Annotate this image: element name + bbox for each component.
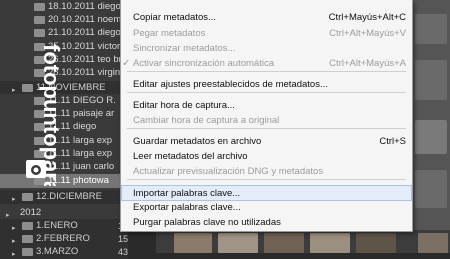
menu-item[interactable]: Editar ajustes preestablecidos de metada… (121, 77, 412, 93)
menu-item-label: Pegar metadatos (133, 28, 206, 39)
menu-item[interactable]: Actualizar previsualización DNG y metada… (121, 164, 412, 180)
menu-item[interactable]: Cambiar hora de captura a original (121, 113, 412, 129)
folder-row[interactable]: ▸ 3.MARZO 43 (0, 245, 128, 259)
thumbnail[interactable] (174, 233, 212, 253)
folder-name: 2012 (20, 207, 42, 218)
expand-triangle-icon[interactable]: ▸ (12, 193, 16, 204)
folder-count: 15 (117, 234, 128, 244)
menu-item[interactable]: Purgar palabras clave no utilizadas (121, 215, 412, 231)
thumbnail-column (411, 0, 450, 253)
menu-item-shortcut: Ctrl+S (379, 136, 406, 147)
folder-name: 3.MARZO (36, 246, 79, 257)
checkmark-icon: ✓ (122, 58, 131, 69)
filmstrip (156, 230, 450, 253)
thumbnail[interactable] (310, 233, 350, 253)
menu-item[interactable]: Leer metadatos del archivo (121, 149, 412, 165)
folder-row[interactable]: 18.10.2011 diego p (0, 0, 128, 14)
folder-icon (22, 248, 33, 256)
folder-icon (34, 3, 45, 11)
menu-item-label: Cambiar hora de captura a original (133, 115, 280, 126)
menu-item-label: Guardar metadatos en archivo (133, 136, 262, 147)
menu-item-label: Copiar metadatos... (133, 12, 216, 23)
menu-item[interactable]: ✓ Activar sincronización automática Ctrl+A… (121, 56, 412, 72)
folder-count: 43 (117, 247, 128, 257)
menu-item-shortcut: Ctrl+Alt+Mayús+A (329, 58, 406, 69)
watermark-logo: fotopuntoparalelo (26, 44, 62, 186)
thumbnail[interactable] (415, 60, 447, 100)
menu-item[interactable]: Sincronizar metadatos... (121, 41, 412, 57)
folder-name: 18.10.2011 diego p (48, 1, 128, 12)
folder-name: 2.FEBRERO (36, 233, 90, 244)
folder-name: 20.10.2011 noemi (48, 14, 124, 25)
folder-row[interactable]: ▸1.ENERO19 (0, 219, 128, 233)
menu-item-shortcut: Ctrl+Mayús+Alt+C (328, 12, 406, 23)
folder-icon (22, 222, 33, 230)
thumbnail[interactable] (415, 170, 447, 208)
menu-item-label: Exportar palabras clave... (133, 202, 241, 213)
thumbnail[interactable] (415, 120, 447, 154)
folder-name: 1.ENERO (36, 220, 78, 231)
menu-item[interactable]: Importar palabras clave... (121, 185, 412, 201)
camera-icon (26, 160, 46, 178)
folder-name: 12.DICIEMBRE (36, 191, 102, 202)
folder-icon (22, 235, 33, 243)
thumbnail[interactable] (418, 233, 448, 253)
menu-item[interactable]: Guardar metadatos en archivo Ctrl+S (121, 134, 412, 150)
menu-item[interactable]: Exportar palabras clave... (121, 200, 412, 216)
menu-item-label: Editar ajustes preestablecidos de metada… (133, 79, 328, 90)
menu-item-label: Editar hora de captura... (133, 100, 235, 111)
folder-row[interactable]: ▸ 12.DICIEMBRE (0, 190, 128, 204)
folder-row[interactable]: 20.10.2011 noemi (0, 13, 128, 27)
expand-triangle-icon[interactable]: ▸ (12, 248, 16, 259)
menu-item-label: Leer metadatos del archivo (133, 151, 248, 162)
menu-item-label: Activar sincronización automática (133, 58, 274, 69)
thumbnail[interactable] (264, 233, 304, 253)
menu-item-label: Actualizar previsualización DNG y metada… (133, 166, 324, 177)
thumbnail[interactable] (218, 233, 258, 253)
menu-item-shortcut: Ctrl+Alt+Mayús+V (329, 28, 406, 39)
metadata-context-menu: Copiar metadatos... Ctrl+Mayús+Alt+C Pegar… (120, 0, 413, 232)
folder-row[interactable]: ▸ 2.FEBRERO 15 (0, 232, 128, 246)
folder-row[interactable]: ▸ 2012 (0, 206, 128, 220)
menu-item[interactable]: Copiar metadatos... Ctrl+Mayús+Alt+C (121, 10, 412, 26)
thumbnail[interactable] (356, 233, 396, 253)
thumbnail[interactable] (415, 14, 447, 44)
folder-icon (22, 193, 33, 201)
menu-item[interactable]: Editar hora de captura... (121, 98, 412, 114)
folder-icon (34, 16, 45, 24)
menu-item[interactable]: Pegar metadatos Ctrl+Alt+Mayús+V (121, 26, 412, 42)
menu-item-label: Purgar palabras clave no utilizadas (133, 217, 281, 228)
menu-item-label: Sincronizar metadatos... (133, 43, 236, 54)
